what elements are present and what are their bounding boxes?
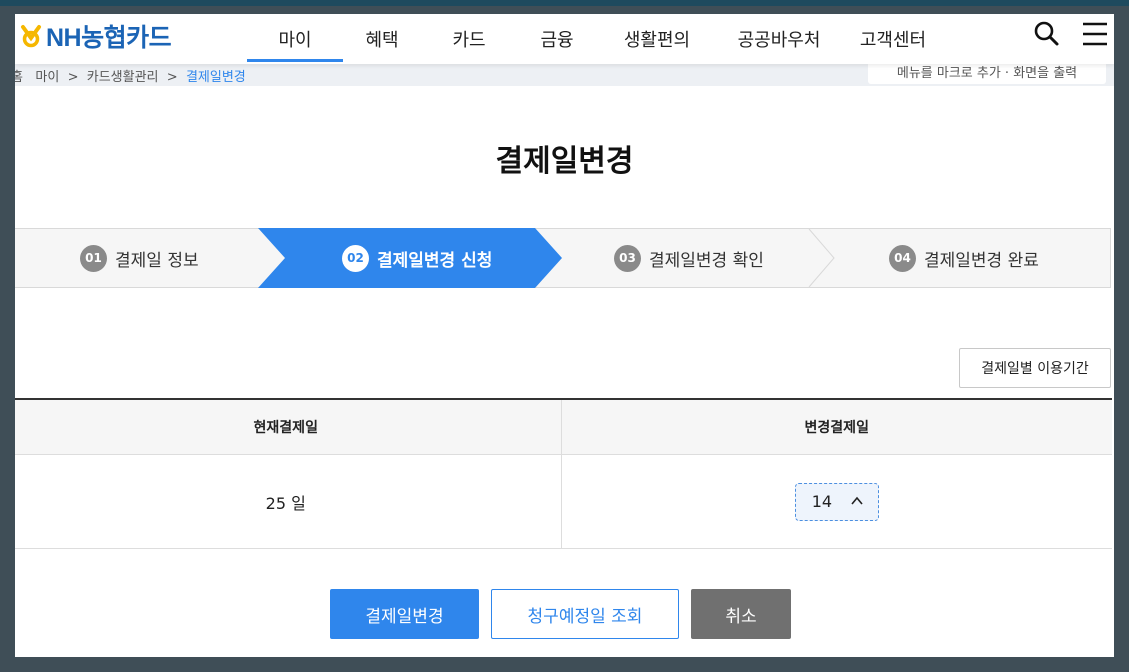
step-2-number: 02 [342,244,369,272]
chevron-up-icon [851,496,863,505]
browser-top-strip [0,0,1129,6]
breadcrumb-home[interactable]: 홈 [15,70,23,85]
breadcrumb: 홈 마이 > 카드생활관리 > 결제일변경 [15,66,246,85]
current-day-value: 25 일 [15,455,562,548]
breadcrumb-my[interactable]: 마이 [35,70,59,85]
table-header-row: 현재결제일 변경결제일 [15,400,1112,455]
cancel-button[interactable]: 취소 [691,589,791,639]
step-4-number: 04 [889,244,916,272]
change-payment-day-button[interactable]: 결제일변경 [330,589,479,639]
nav-item-benefit[interactable]: 혜택 [343,14,421,64]
billing-period-button[interactable]: 결제일별 이용기간 [959,348,1111,388]
global-header: NH농협카드 마이 혜택 카드 금융 생활편의 공공바우처 고객센터 [15,14,1114,64]
nh-logo-icon [20,24,42,48]
step-2-label: 결제일변경 신청 [377,250,493,271]
step-1-label: 결제일 정보 [115,250,199,271]
payment-day-table: 현재결제일 변경결제일 25 일 14 [15,398,1112,549]
step-4-label: 결제일변경 완료 [924,250,1039,271]
page-frame: 홈 마이 > 카드생활관리 > 결제일변경 메뉴를 마크로 추가 · 화면을 출… [15,14,1114,657]
nav-item-lifestyle[interactable]: 생활편의 [597,14,717,64]
step-indicator: 01 결제일 정보 02 결제일변경 신청 03 결제일변경 확인 04 결제일… [15,228,1111,288]
step-3-label: 결제일변경 확인 [649,250,764,271]
table-row: 25 일 14 [15,455,1112,549]
nav-item-my[interactable]: 마이 [247,14,343,64]
nh-card-logo[interactable]: NH농협카드 [20,21,172,52]
new-day-cell: 14 [562,455,1113,548]
nav-item-customer-center[interactable]: 고객센터 [841,14,945,64]
breadcrumb-card-manage[interactable]: 카드생활관리 [87,70,159,85]
search-icon[interactable] [1032,19,1062,49]
logo-text: NH농협카드 [46,24,172,52]
step-1-number: 01 [80,244,107,272]
step-4: 04 결제일변경 완료 [889,228,1039,288]
header-current-day: 현재결제일 [15,400,562,454]
step-3-number: 03 [614,244,641,272]
main-nav: 마이 혜택 카드 금융 생활편의 공공바우처 고객센터 [247,14,945,64]
new-day-selected-value: 14 [811,492,833,511]
breadcrumb-current: 결제일변경 [185,70,246,85]
nav-item-voucher[interactable]: 공공바우처 [717,14,841,64]
step-1: 01 결제일 정보 [80,228,199,288]
billing-date-inquiry-button[interactable]: 청구예정일 조회 [491,589,679,639]
new-day-select[interactable]: 14 [794,482,879,521]
menu-icon[interactable] [1080,19,1110,49]
nav-item-card[interactable]: 카드 [421,14,517,64]
step-3: 03 결제일변경 확인 [614,228,764,288]
step-2-active: 02 결제일변경 신청 [342,228,492,288]
nav-item-finance[interactable]: 금융 [517,14,597,64]
header-new-day: 변경결제일 [804,420,869,436]
page-title: 결제일변경 [495,144,634,179]
